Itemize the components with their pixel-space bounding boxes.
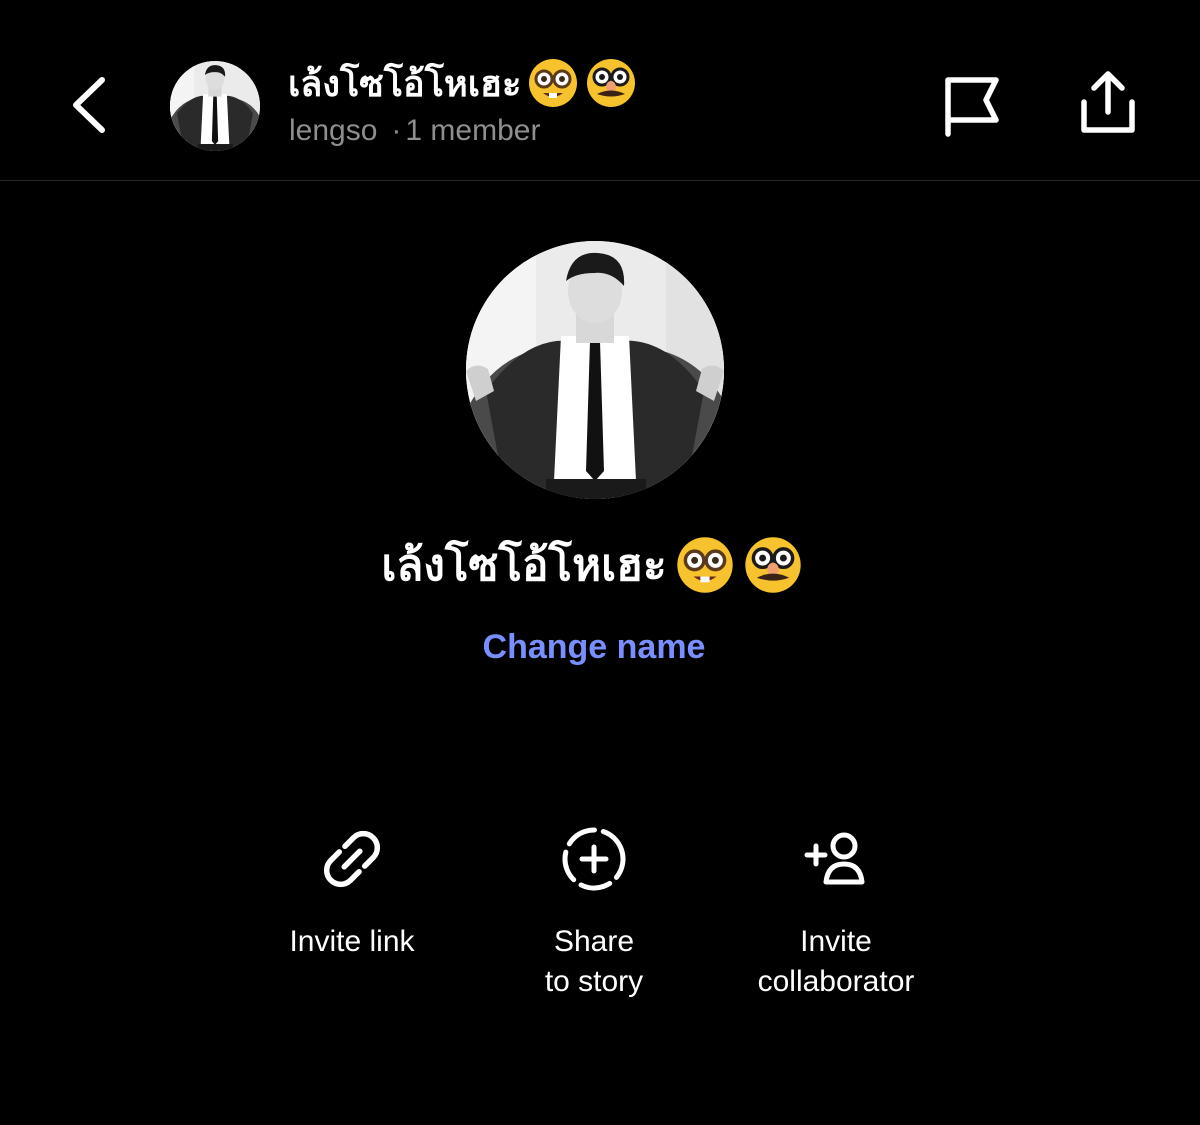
disguised-face-emoji [744,537,801,593]
share-icon [1081,71,1135,133]
group-title: เล้งโซโอ้โหเฮะ [381,540,667,591]
back-button[interactable] [60,70,120,140]
avatar-photo [466,241,724,499]
disguised-face-emoji [587,59,636,107]
separator-dot: · [391,114,402,147]
header-title: เล้งโซโอ้โหเฮะ [288,63,522,105]
chevron-left-icon [73,77,105,133]
change-name-button[interactable]: Change name [0,628,1188,667]
flag-icon [945,77,999,137]
report-button[interactable] [936,72,1006,138]
header-subtitle: lengso · 1 member [289,114,540,148]
share-label-line1: Share [553,925,635,958]
collab-label-line2: collaborator [757,965,915,998]
invite-collaborator-button[interactable]: Invite collaborator [726,822,946,1002]
header-title-row: เล้งโซโอ้โหเฮะ [288,58,637,108]
share-to-story-button[interactable]: Share to story [484,822,704,1002]
link-icon [323,830,381,888]
story-add-icon [562,827,626,891]
add-person-icon [804,832,865,885]
invite-link-label: Invite link [289,925,415,958]
invite-link-button[interactable]: Invite link [242,822,462,962]
group-avatar[interactable] [466,241,724,499]
header-username: lengso [289,114,378,147]
header-avatar[interactable] [170,61,260,151]
nerd-face-emoji [676,537,733,593]
header-bar: เล้งโซโอ้โหเฮะ lengso · 1 member [0,0,1200,181]
invite-collaborator-label: Invite collaborator [726,922,946,1002]
nerd-face-emoji [529,59,578,107]
share-button[interactable] [1070,66,1146,138]
share-label-line2: to story [544,965,644,998]
collab-label-line1: Invite [800,925,872,958]
member-count: 1 member [405,114,541,147]
avatar-photo [170,61,260,151]
group-title-row: เล้งโซโอ้โหเฮะ [0,530,1192,600]
share-to-story-label: Share to story [484,922,704,1002]
